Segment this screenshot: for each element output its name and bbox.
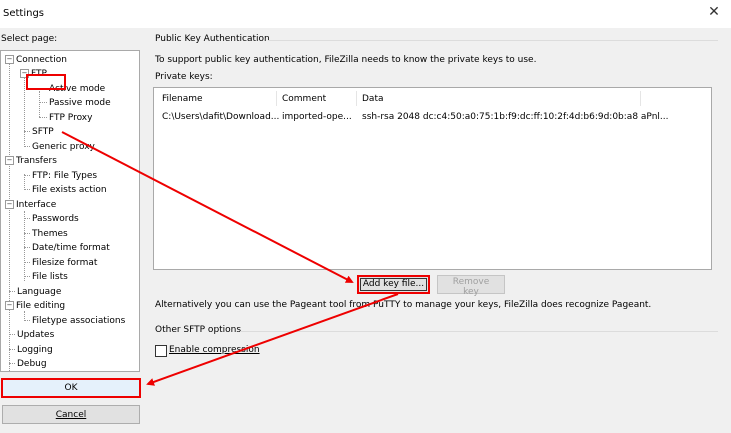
close-icon[interactable]: ✕ [706,4,722,20]
tree-item-label: Connection [16,55,67,65]
cell-comment[interactable]: imported-ope... [282,112,354,122]
column-header-data[interactable]: Data [362,94,384,106]
tree-item-filetype-associations[interactable]: Filetype associations [24,315,125,328]
tree-item-file-exists-action[interactable]: File exists action [24,184,107,197]
enable-compression-text: Enable compression [169,345,260,355]
column-divider[interactable] [640,91,641,106]
add-key-file-label: Add key file... [360,278,427,291]
collapse-icon[interactable]: − [5,156,14,165]
tree-item-language[interactable]: Language [9,286,61,299]
pageant-note: Alternatively you can use the Pageant to… [155,300,652,310]
enable-compression-checkbox[interactable] [155,345,167,357]
tree-item-label: Filesize format [32,258,98,268]
tree-item-label: Generic proxy [32,142,95,152]
pka-description: To support public key authentication, Fi… [155,55,537,65]
tree-item-passwords[interactable]: Passwords [24,213,79,226]
tree-item-logging[interactable]: Logging [9,344,53,357]
cancel-button[interactable]: Cancel [2,405,140,424]
tree-item-label: Language [17,287,62,297]
column-header-filename[interactable]: Filename [162,94,203,106]
tree-item-label: Interface [16,200,57,210]
tree-item-ftp-file-types[interactable]: FTP: File Types [24,170,97,183]
tree-item-date-time-format[interactable]: Date/time format [24,242,110,255]
tree-guide-line [9,63,10,371]
collapse-icon[interactable]: − [5,55,14,64]
window-title: Settings [3,8,45,19]
cell-data[interactable]: ssh-rsa 2048 dc:c4:50:a0:75:1b:f9:dc:ff:… [362,112,702,122]
add-key-file-button[interactable]: Add key file... [357,275,430,294]
tree-item-label: Updates [17,330,55,340]
tree-item-label: File lists [32,272,68,282]
tree-item-label: FTP: File Types [32,171,98,181]
column-header-comment[interactable]: Comment [282,94,326,106]
tree-item-sftp[interactable]: SFTP [24,126,54,139]
collapse-icon[interactable]: − [5,301,14,310]
sftp-highlight-box [26,74,66,90]
remove-key-button[interactable]: Remove key [437,275,505,297]
tree-item-interface[interactable]: − Interface [5,199,56,212]
tree-item-generic-proxy[interactable]: Generic proxy [24,141,95,154]
tree-item-updates[interactable]: Updates [9,329,54,342]
enable-compression-label[interactable]: Enable compression [169,345,260,355]
cancel-label: Cancel [55,409,87,420]
column-divider[interactable] [276,91,277,106]
tree-item-label: FTP Proxy [49,113,93,123]
tree-item-label: File editing [16,301,66,311]
section-title-public-key-auth: Public Key Authentication [155,34,270,44]
tree-item-label: Filetype associations [32,316,126,326]
tree-item-label: Date/time format [32,243,110,253]
tree-item-label: Passwords [32,214,79,224]
collapse-icon[interactable]: − [5,200,14,209]
tree-item-label: Passive mode [49,98,111,108]
tree-item-ftp-proxy[interactable]: FTP Proxy [39,112,92,125]
tree-item-connection[interactable]: − Connection [5,54,67,67]
tree-item-label: SFTP [32,127,54,137]
tree-item-transfers[interactable]: − Transfers [5,155,57,168]
tree-item-label: Themes [32,229,68,239]
tree-item-debug[interactable]: Debug [9,358,47,371]
private-keys-label: Private keys: [155,72,213,82]
section-divider [240,331,718,332]
cell-filename[interactable]: C:\Users\dafit\Download... [162,112,282,122]
section-divider [268,40,718,41]
private-keys-list[interactable]: Filename Comment Data C:\Users\dafit\Dow… [153,87,712,270]
select-page-label: Select page: [1,34,58,44]
settings-page-tree[interactable]: − Connection − FTP Active mode Passive mod… [0,50,140,372]
tree-item-label: Logging [17,345,53,355]
tree-item-label: File exists action [32,185,107,195]
tree-item-filesize-format[interactable]: Filesize format [24,257,97,270]
tree-item-themes[interactable]: Themes [24,228,68,241]
tree-item-file-lists[interactable]: File lists [24,271,68,284]
title-bar [0,0,731,28]
tree-item-label: Debug [17,359,47,369]
section-title-other-sftp: Other SFTP options [155,325,242,335]
tree-item-passive-mode[interactable]: Passive mode [39,97,111,110]
column-divider[interactable] [356,91,357,106]
tree-item-label: Transfers [16,156,57,166]
ok-button[interactable]: OK [1,378,141,398]
tree-item-file-editing[interactable]: − File editing [5,300,65,313]
